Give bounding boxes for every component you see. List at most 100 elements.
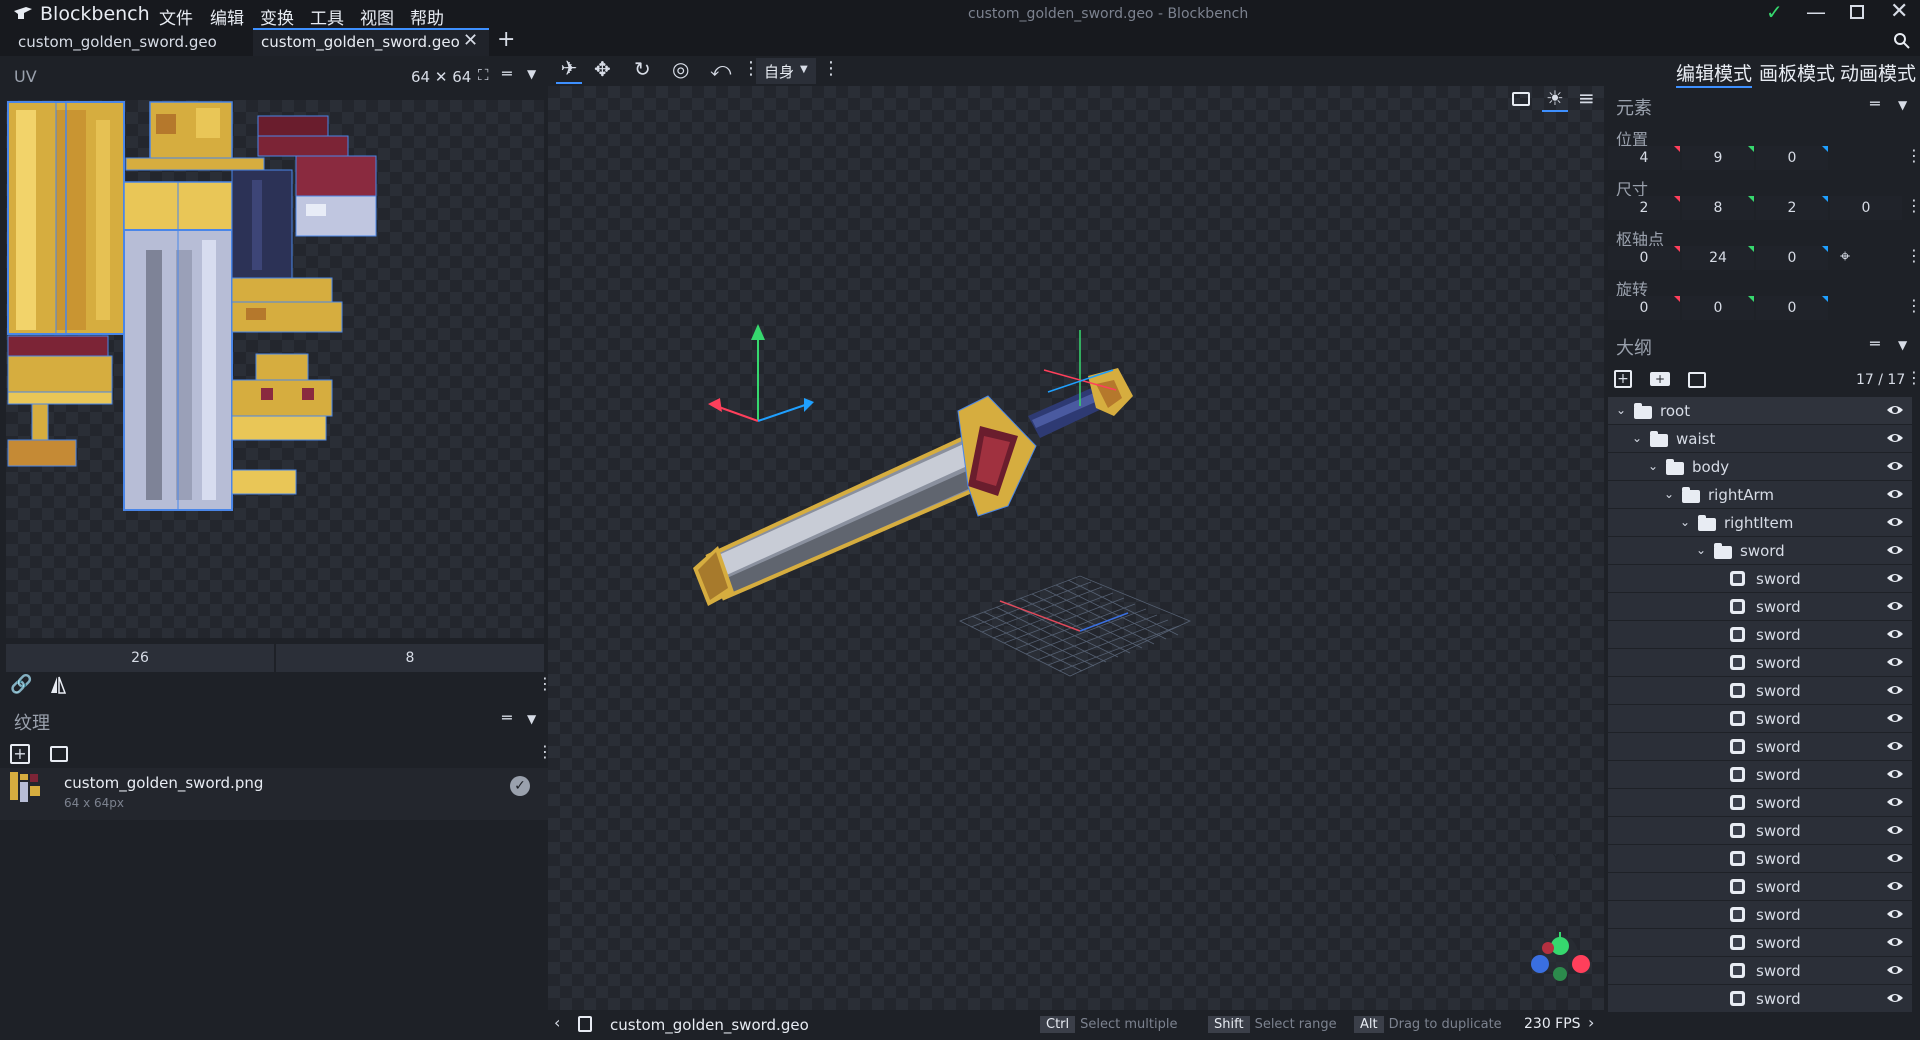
visibility-eye-icon[interactable] (1886, 656, 1904, 668)
tab-file-1[interactable]: custom_golden_sword.geo (6, 28, 246, 56)
visibility-eye-icon[interactable] (1886, 628, 1904, 640)
visibility-eye-icon[interactable] (1886, 852, 1904, 864)
visibility-eye-icon[interactable] (1886, 740, 1904, 752)
import-texture-icon[interactable] (50, 746, 68, 762)
inflate-field[interactable]: 0 (1830, 196, 1902, 220)
chevron-right-icon[interactable]: › (1588, 1015, 1594, 1031)
visibility-eye-icon[interactable] (1886, 992, 1904, 1004)
outliner-cube-row[interactable]: sword (1608, 929, 1912, 956)
resize-tool-icon[interactable]: ✥ (594, 59, 611, 79)
outliner-cube-row[interactable]: sword (1608, 677, 1912, 704)
outliner-group-row[interactable]: ⌄ rightItem (1608, 509, 1912, 536)
menu-lines-icon[interactable]: ═ (502, 710, 512, 726)
visibility-eye-icon[interactable] (1886, 712, 1904, 724)
visibility-eye-icon[interactable] (1886, 684, 1904, 696)
visibility-eye-icon[interactable] (1886, 432, 1904, 444)
visibility-eye-icon[interactable] (1886, 768, 1904, 780)
outliner-cube-row[interactable]: sword (1608, 789, 1912, 816)
center-pivot-icon[interactable]: ⌖ (1840, 248, 1850, 266)
uv-field-u[interactable]: 26 (6, 644, 274, 672)
outliner-cube-row[interactable]: sword (1608, 845, 1912, 872)
visibility-eye-icon[interactable] (1886, 404, 1904, 416)
rotation-x[interactable]: 0 (1608, 296, 1680, 320)
chevron-down-icon[interactable]: ▼ (527, 68, 536, 80)
outliner-cube-row[interactable]: sword (1608, 593, 1912, 620)
outliner-group-row[interactable]: ⌄ waist (1608, 425, 1912, 452)
tab-file-2[interactable]: custom_golden_sword.geo ✕ (253, 28, 489, 56)
outliner-group-row[interactable]: ⌄ body (1608, 453, 1912, 480)
link-icon[interactable]: 🔗 (10, 676, 32, 694)
menu-view[interactable]: 视图 (360, 4, 394, 29)
menu-tools[interactable]: 工具 (310, 4, 344, 29)
outliner-cube-row[interactable]: sword (1608, 621, 1912, 648)
close-window-icon[interactable]: ✕ (1890, 1, 1908, 23)
outliner-group-row[interactable]: ⌄ sword (1608, 537, 1912, 564)
menu-lines-icon[interactable]: ═ (1870, 96, 1880, 112)
menu-help[interactable]: 帮助 (410, 4, 444, 29)
visibility-eye-icon[interactable] (1886, 964, 1904, 976)
visibility-eye-icon[interactable] (1886, 908, 1904, 920)
search-icon[interactable] (1893, 32, 1911, 50)
rotation-z[interactable]: 0 (1756, 296, 1828, 320)
chevron-down-icon[interactable]: ⌄ (1696, 543, 1706, 557)
size-y[interactable]: 8 (1682, 196, 1754, 220)
mirror-icon[interactable] (50, 676, 67, 694)
outliner-cube-row[interactable]: sword (1608, 733, 1912, 760)
visibility-eye-icon[interactable] (1886, 544, 1904, 556)
visibility-eye-icon[interactable] (1886, 936, 1904, 948)
pivot-y[interactable]: 24 (1682, 246, 1754, 270)
check-circle-icon[interactable]: ✓ (510, 776, 530, 796)
menu-file[interactable]: 文件 (159, 4, 193, 29)
outliner-cube-row[interactable]: sword (1608, 985, 1912, 1012)
outliner-cube-row[interactable]: sword (1608, 873, 1912, 900)
outliner-cube-row[interactable]: sword (1608, 957, 1912, 984)
size-x[interactable]: 2 (1608, 196, 1680, 220)
pivot-x[interactable]: 0 (1608, 246, 1680, 270)
chevron-down-icon[interactable]: ▼ (527, 713, 536, 725)
size-z[interactable]: 2 (1756, 196, 1828, 220)
outliner-group-row[interactable]: ⌄ rightArm (1608, 481, 1912, 508)
outliner-cube-row[interactable]: sword (1608, 649, 1912, 676)
menu-edit[interactable]: 编辑 (210, 4, 244, 29)
close-tab-icon[interactable]: ✕ (463, 32, 478, 50)
more-icon[interactable]: ⋮ (1906, 148, 1920, 164)
fullscreen-icon[interactable]: ⛶ (478, 68, 489, 83)
outliner-group-row[interactable]: ⌄ root (1608, 397, 1912, 424)
chevron-down-icon[interactable]: ⌄ (1648, 459, 1658, 473)
add-cube-icon[interactable]: + (1614, 370, 1632, 388)
maximize-icon[interactable] (1850, 5, 1864, 19)
mode-edit[interactable]: 编辑模式 (1676, 59, 1753, 88)
menu-lines-icon[interactable]: ═ (1870, 336, 1880, 352)
outliner-cube-row[interactable]: sword (1608, 565, 1912, 592)
visibility-eye-icon[interactable] (1886, 796, 1904, 808)
chevron-down-icon[interactable]: ⌄ (1632, 431, 1642, 445)
visibility-eye-icon[interactable] (1886, 880, 1904, 892)
more-icon[interactable]: ⋮ (1906, 248, 1920, 264)
more-icon[interactable]: ⋮ (1906, 198, 1920, 214)
position-x[interactable]: 4 (1608, 146, 1680, 170)
chevron-down-icon[interactable]: ⌄ (1680, 515, 1690, 529)
mode-paint[interactable]: 画板模式 (1759, 59, 1835, 86)
visibility-eye-icon[interactable] (1886, 572, 1904, 584)
chevron-down-icon[interactable]: ▼ (1898, 339, 1907, 351)
outliner-cube-row[interactable]: sword (1608, 705, 1912, 732)
position-y[interactable]: 9 (1682, 146, 1754, 170)
visibility-eye-icon[interactable] (1886, 824, 1904, 836)
transform-space-select[interactable]: 自身 ▼ (756, 58, 816, 84)
visibility-eye-icon[interactable] (1886, 460, 1904, 472)
more-icon[interactable]: ⋮ (1906, 298, 1920, 314)
add-group-icon[interactable]: + (1650, 372, 1670, 386)
outliner-cube-row[interactable]: sword (1608, 817, 1912, 844)
more-icon[interactable]: ⋮ (1906, 370, 1920, 386)
texture-list-item[interactable]: custom_golden_sword.png 64 x 64px ✓ (0, 768, 548, 820)
mode-animate[interactable]: 动画模式 (1840, 59, 1916, 86)
pivot-z[interactable]: 0 (1756, 246, 1828, 270)
visibility-eye-icon[interactable] (1886, 488, 1904, 500)
uv-field-v[interactable]: 8 (276, 644, 544, 672)
visibility-eye-icon[interactable] (1886, 600, 1904, 612)
chevron-left-icon[interactable]: ‹ (554, 1015, 560, 1031)
add-tab-icon[interactable]: + (497, 29, 515, 51)
rotate-tool-icon[interactable]: ↻ (634, 59, 651, 79)
menu-transform[interactable]: 变换 (260, 4, 294, 29)
chevron-down-icon[interactable]: ⌄ (1664, 487, 1674, 501)
